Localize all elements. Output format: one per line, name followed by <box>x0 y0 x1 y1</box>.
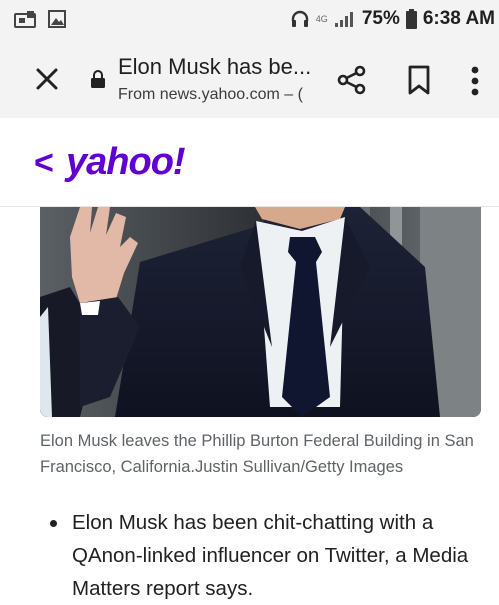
page-title[interactable]: Elon Musk has be... <box>118 54 318 80</box>
back-chevron[interactable]: < <box>34 146 54 180</box>
list-item: Elon Musk has been chit-chatting with a … <box>44 506 489 605</box>
bullet-text: Elon Musk has been chit-chatting with a … <box>72 511 469 600</box>
bookmark-icon[interactable] <box>406 64 432 96</box>
network-type: 4G <box>315 14 328 24</box>
share-icon[interactable] <box>336 64 368 96</box>
key-points-list: Elon Musk has been chit-chatting with a … <box>44 506 489 605</box>
status-bar: 4G 75% 6:38 AM <box>0 0 499 44</box>
battery-icon <box>405 9 417 29</box>
battery-percent: 75% <box>361 8 400 29</box>
site-header: < yahoo! <box>0 118 499 207</box>
photo-caption: Elon Musk leaves the Phillip Burton Fede… <box>40 432 474 476</box>
notification-icon <box>14 11 36 28</box>
more-vert-icon[interactable] <box>468 64 482 98</box>
yahoo-logo[interactable]: yahoo! <box>66 142 186 182</box>
system-status: 4G 75% 6:38 AM <box>290 8 495 30</box>
signal-icon <box>334 12 353 27</box>
article-photo <box>40 207 481 417</box>
headset-icon <box>291 10 308 27</box>
notification-icons <box>14 10 66 28</box>
photo-illustration <box>40 207 481 417</box>
close-icon[interactable] <box>30 62 64 96</box>
lock-icon <box>91 70 105 88</box>
image-icon <box>48 10 66 28</box>
page-url[interactable]: From news.yahoo.com – ( <box>118 86 310 104</box>
custom-tab-toolbar: Elon Musk has be... From news.yahoo.com … <box>0 44 499 119</box>
bullet-dot <box>50 520 57 527</box>
clock: 6:38 AM <box>422 8 495 29</box>
